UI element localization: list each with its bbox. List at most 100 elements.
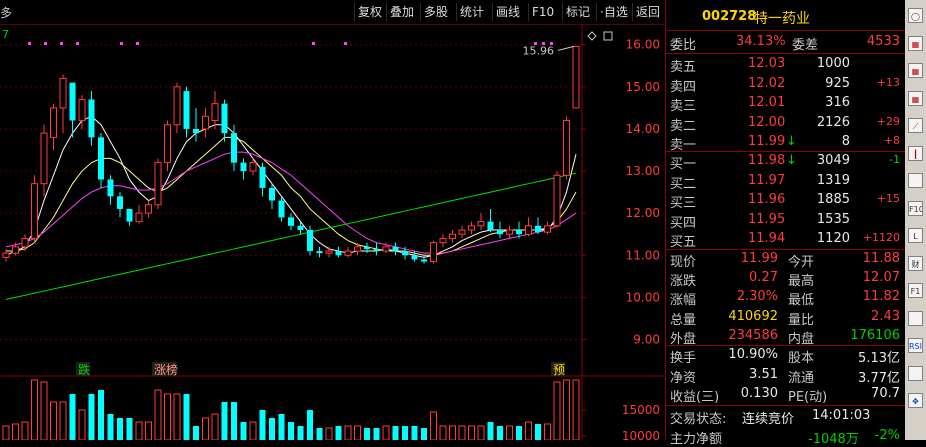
- f1-icon[interactable]: F1: [908, 283, 923, 298]
- toolbar-button-7[interactable]: ·自选: [596, 3, 631, 21]
- list-icon[interactable]: ▦: [908, 63, 923, 78]
- volume-bar: [392, 426, 399, 440]
- y-tick-label: 11.00: [626, 248, 660, 262]
- volume-bar: [145, 421, 152, 440]
- candle-body: [12, 246, 19, 254]
- asks-row[interactable]: 卖一 11.99 ↓ 8 +8: [666, 132, 906, 153]
- chart-icon[interactable]: [908, 310, 923, 326]
- stock-name: 特一药业: [754, 11, 810, 27]
- volume-bar: [544, 423, 551, 440]
- candle-body: [307, 230, 313, 252]
- volume-bar: [402, 426, 408, 440]
- candle-body: [325, 250, 333, 254]
- toolbar-button-0[interactable]: 复权: [354, 3, 385, 21]
- bids-arrow: ↓: [786, 153, 797, 168]
- asks-change: +13: [876, 75, 900, 89]
- fund-row: 净资 3.51 流通 3.77亿: [666, 365, 906, 386]
- asks-row[interactable]: 卖三 12.01 316: [666, 93, 906, 114]
- event-marker: 跌: [78, 362, 90, 377]
- asks-volume: 316: [825, 95, 850, 110]
- bids-change: -1: [889, 153, 900, 166]
- candle-body: [449, 233, 456, 239]
- kline-icon[interactable]: ┃: [908, 145, 923, 161]
- high-annotation: 15.96: [523, 44, 555, 57]
- volume-bar: [221, 402, 228, 440]
- quote-v2: 11.88: [862, 251, 900, 266]
- candle-body: [88, 99, 95, 138]
- asks-row[interactable]: 卖五 12.03 1000: [666, 54, 906, 75]
- toolbar-button-4[interactable]: 画线: [492, 3, 523, 21]
- quote-v2: 12.07: [862, 270, 900, 286]
- candle-body: [525, 225, 532, 235]
- signal-dot: [44, 42, 47, 45]
- volume-bar: [477, 425, 485, 440]
- candle-body: [107, 179, 114, 197]
- toolbar-button-8[interactable]: 返回: [632, 3, 663, 21]
- y-tick-label: 16.00: [626, 38, 660, 52]
- weibi-row: 委比 34.13% 委差 4533: [666, 32, 906, 53]
- bids-row[interactable]: 买五 11.94 1120 +1120: [666, 229, 906, 250]
- fund-v2: 3.77亿: [858, 370, 900, 386]
- rsi-icon[interactable]: RSI: [908, 338, 923, 353]
- scale-icon[interactable]: [908, 365, 923, 381]
- bids-row[interactable]: 买二 11.97 1319: [666, 171, 906, 192]
- weibi-label: 委比: [670, 38, 697, 53]
- candle-body: [335, 251, 342, 256]
- fund-v1: 0.130: [740, 386, 778, 401]
- bids-row[interactable]: 买三 11.96 1885 +15: [666, 190, 906, 211]
- quote-panel: 002728 特一药业 委比 34.13% 委差 4533 卖五 12.03 100…: [665, 0, 906, 447]
- volume-bar: [344, 425, 352, 440]
- move-icon[interactable]: ✥: [908, 393, 923, 408]
- finance-icon[interactable]: 财: [908, 255, 923, 271]
- bids-price: 11.94: [748, 231, 786, 246]
- volume-bar: [553, 381, 561, 440]
- candle-body: [117, 196, 123, 209]
- candle-body: [78, 98, 86, 122]
- toolbar-button-5[interactable]: F10: [528, 3, 557, 21]
- volume-bar: [487, 422, 494, 440]
- volume-bar: [278, 414, 285, 440]
- candle-body: [458, 229, 466, 235]
- toolbar-button-1[interactable]: 叠加: [386, 3, 417, 21]
- kline-chart[interactable]: 16.00 15.00 14.00 13.00 12.00 11.00 10.00 9.00 1…: [0, 24, 664, 440]
- candle-body: [50, 107, 57, 138]
- candle-body: [354, 246, 361, 252]
- volume-bar: [2, 425, 10, 440]
- candle-body: [506, 229, 513, 235]
- restore-icon[interactable]: ◯: [908, 8, 923, 23]
- candle-body: [259, 166, 266, 188]
- volume-bar: [21, 421, 29, 440]
- volume-bar: [430, 411, 437, 440]
- bids-row[interactable]: 买一 11.98 ↓ 3049 -1: [666, 151, 906, 172]
- volume-bar: [382, 425, 390, 440]
- table-icon[interactable]: ▦: [908, 90, 923, 106]
- asks-row[interactable]: 卖二 12.00 2126 +29: [666, 113, 906, 134]
- volume-bar: [373, 428, 380, 440]
- main-flow-pct: -2%: [874, 428, 900, 443]
- quote-v2: 176106: [850, 327, 900, 343]
- chart-option-icon: [603, 31, 613, 41]
- volume-bar: [411, 426, 418, 440]
- bids-row[interactable]: 买四 11.95 1535: [666, 210, 906, 231]
- y-tick-label: 9.00: [633, 332, 660, 346]
- level2-icon[interactable]: L: [908, 228, 923, 243]
- toolbar-button-6[interactable]: 标记: [562, 3, 593, 21]
- toolbar-button-2[interactable]: 多股: [420, 3, 451, 21]
- volume-bar: [78, 409, 86, 440]
- bids-volume: 1885: [816, 192, 850, 207]
- y-tick-label: 14.00: [626, 122, 660, 136]
- candle-body: [278, 200, 285, 218]
- tick-icon[interactable]: [908, 173, 923, 188]
- signal-dot: [312, 42, 315, 45]
- asks-row[interactable]: 卖四 12.02 925 +13: [666, 74, 906, 95]
- f10-icon[interactable]: F10: [908, 200, 923, 216]
- grid-icon[interactable]: ▦: [908, 35, 923, 51]
- trend-icon[interactable]: ⟋: [908, 118, 923, 133]
- signal-dot: [136, 42, 139, 45]
- status-time: 14:01:03: [812, 408, 871, 423]
- quote-v1: 0.27: [749, 270, 778, 286]
- toolbar-button-3[interactable]: 统计: [456, 3, 487, 21]
- candle-body: [392, 246, 399, 252]
- asks-price: 11.99: [748, 134, 786, 149]
- candle-body: [553, 174, 561, 227]
